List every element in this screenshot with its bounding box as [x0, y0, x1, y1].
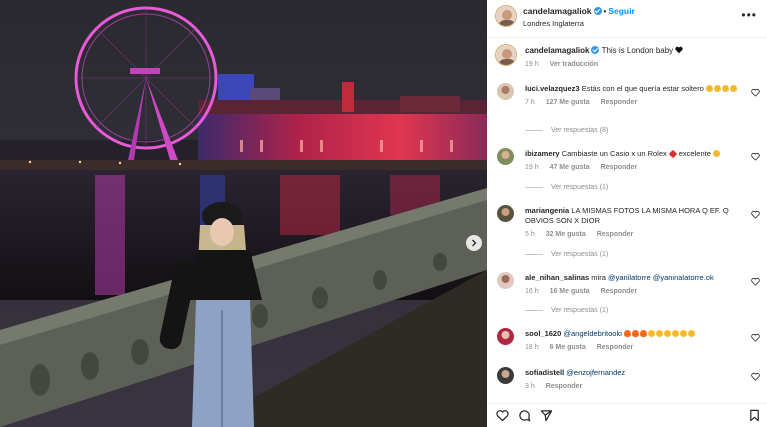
comment-likes[interactable]: 6 Me gusta: [550, 344, 586, 351]
comment-likes[interactable]: 47 Me gusta: [550, 164, 590, 171]
more-options-button[interactable]: •••: [741, 8, 757, 22]
author-avatar[interactable]: [495, 5, 517, 27]
mention-link[interactable]: @angeldebritooki: [563, 329, 621, 338]
reply-button[interactable]: Responder: [597, 231, 634, 238]
comment-text: Estás con el que quería estar soltero: [581, 84, 704, 93]
chevron-right-icon: [472, 239, 477, 247]
caption-username[interactable]: candelamagaliok: [525, 46, 589, 55]
see-translation-link[interactable]: Ver traducción: [550, 61, 599, 68]
post-action-bar: [487, 403, 767, 427]
commenter-username[interactable]: ale_nihan_salinas: [525, 273, 589, 282]
next-photo-button[interactable]: [466, 235, 482, 251]
fire-emoji-icon: [623, 330, 631, 337]
view-replies-button[interactable]: Ver respuestas (1): [525, 307, 608, 314]
comment-text: mira: [591, 273, 606, 282]
laughing-emoji-icon: [729, 85, 737, 92]
commenter-avatar[interactable]: [497, 205, 514, 222]
post-side-panel: candelamagaliok • Seguir Londres Inglaterr…: [487, 0, 767, 427]
comment-likes[interactable]: 32 Me gusta: [546, 231, 586, 238]
reply-button[interactable]: Responder: [601, 164, 638, 171]
verified-icon: [591, 46, 600, 54]
commenter-username[interactable]: sool_1620: [525, 329, 561, 338]
comment-time: 19 h: [525, 164, 539, 171]
comment-text-suffix: excelente: [678, 149, 711, 158]
reply-button[interactable]: Responder: [597, 344, 634, 351]
heart-icon[interactable]: [751, 277, 760, 286]
post-caption: candelamagaliok This is London baby 19 h…: [525, 46, 755, 68]
heart-icon[interactable]: [496, 409, 509, 422]
author-username[interactable]: candelamagaliok: [523, 6, 592, 16]
commenter-avatar[interactable]: [497, 272, 514, 289]
mention-link[interactable]: @yanilatorre: [608, 273, 651, 282]
commenter-avatar[interactable]: [497, 328, 514, 345]
comment-text: Cambiaste un Casio x un Rolex: [561, 149, 667, 158]
laughing-emoji-icon: [671, 330, 679, 337]
mention-link[interactable]: @enzojfernandez: [566, 368, 625, 377]
post-header: candelamagaliok • Seguir Londres Inglaterr…: [487, 0, 767, 38]
diamond-emoji-icon: [668, 149, 678, 159]
commenter-username[interactable]: mariangenia: [525, 206, 569, 215]
view-replies-button[interactable]: Ver respuestas (8): [525, 127, 608, 134]
share-icon[interactable]: [540, 409, 553, 422]
commenter-avatar[interactable]: [497, 148, 514, 165]
commenter-username[interactable]: luci.velazquez3: [525, 84, 580, 93]
black-heart-emoji-icon: [675, 46, 683, 54]
comment-time: 16 h: [525, 288, 539, 295]
fire-emoji-icon: [631, 330, 639, 337]
view-replies-button[interactable]: Ver respuestas (1): [525, 251, 608, 258]
post-photo: [0, 0, 487, 427]
clapping-emoji-icon: [655, 330, 663, 337]
fire-emoji-icon: [639, 330, 647, 337]
comment-time: 5 h: [525, 231, 535, 238]
comment-icon[interactable]: [518, 409, 531, 422]
comment-likes[interactable]: 16 Me gusta: [550, 288, 590, 295]
view-replies-button[interactable]: Ver respuestas (1): [525, 184, 608, 191]
reply-button[interactable]: Responder: [601, 99, 638, 106]
clapping-emoji-icon: [712, 150, 720, 157]
mention-link[interactable]: @yaninalatorre.ok: [653, 273, 714, 282]
commenter-username[interactable]: ibizamery: [525, 149, 560, 158]
follow-button[interactable]: Seguir: [608, 6, 634, 16]
bookmark-icon[interactable]: [748, 409, 761, 422]
caption-time: 19 h: [525, 61, 539, 68]
heart-icon[interactable]: [751, 88, 760, 97]
laughing-emoji-icon: [713, 85, 721, 92]
laughing-emoji-icon: [687, 330, 695, 337]
comment-likes[interactable]: 127 Me gusta: [546, 99, 590, 106]
heart-icon[interactable]: [751, 372, 760, 381]
heart-icon[interactable]: [751, 152, 760, 161]
london-eye-photo: [0, 0, 487, 427]
clapping-emoji-icon: [663, 330, 671, 337]
comment-time: 7 h: [525, 99, 535, 106]
commenter-avatar[interactable]: [497, 83, 514, 100]
comment-time: 3 h: [525, 383, 535, 390]
reply-button[interactable]: Responder: [601, 288, 638, 295]
heart-icon[interactable]: [751, 210, 760, 219]
heart-icon[interactable]: [751, 333, 760, 342]
caption-text: This is London baby: [601, 46, 674, 55]
comment-time: 18 h: [525, 344, 539, 351]
clapping-emoji-icon: [647, 330, 655, 337]
post-location[interactable]: Londres Inglaterra: [523, 19, 584, 28]
reply-button[interactable]: Responder: [546, 383, 583, 390]
laughing-emoji-icon: [679, 330, 687, 337]
laughing-emoji-icon: [705, 85, 713, 92]
commenter-username[interactable]: sofiadistell: [525, 368, 564, 377]
caption-author-avatar[interactable]: [495, 44, 517, 66]
verified-icon: [593, 7, 602, 15]
commenter-avatar[interactable]: [497, 367, 514, 384]
laughing-emoji-icon: [721, 85, 729, 92]
